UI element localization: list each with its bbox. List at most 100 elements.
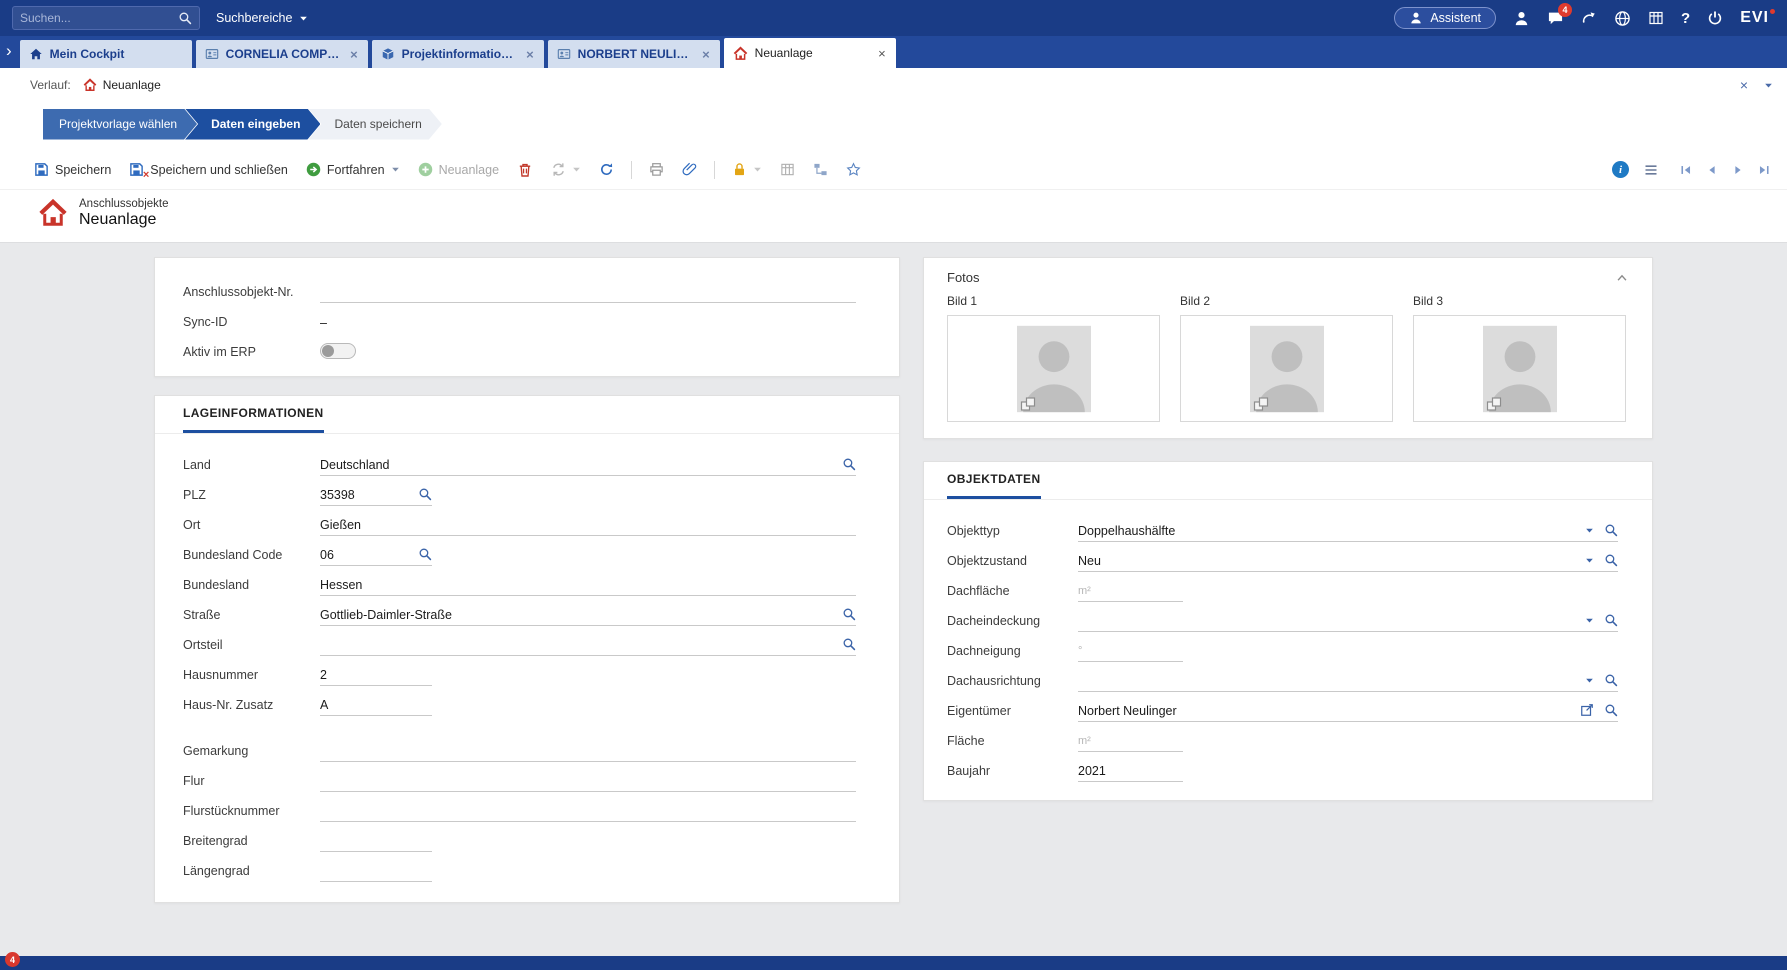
field-ort[interactable]: Gießen — [320, 512, 856, 536]
search-icon[interactable] — [178, 11, 192, 25]
history-item-neuanlage[interactable]: Neuanlage — [83, 78, 161, 92]
search-icon[interactable] — [1604, 553, 1618, 567]
tab-close-icon[interactable]: × — [701, 47, 711, 62]
field-flurstuecknummer[interactable] — [320, 798, 856, 822]
tab-close-icon[interactable]: × — [877, 46, 887, 61]
close-panel-icon[interactable]: × — [1740, 77, 1748, 93]
tab-close-icon[interactable]: × — [525, 47, 535, 62]
search-scopes-dropdown[interactable]: Suchbereiche — [210, 6, 314, 30]
tab-close-icon[interactable]: × — [349, 47, 359, 62]
step-daten-eingeben[interactable]: Daten eingeben — [185, 109, 320, 140]
previous-record-icon[interactable] — [1705, 163, 1719, 177]
attachments-button[interactable] — [674, 157, 705, 182]
photo-upload-bild-3[interactable] — [1413, 315, 1626, 422]
tab-mein-cockpit[interactable]: Mein Cockpit — [20, 40, 192, 68]
delete-button[interactable] — [509, 157, 541, 183]
tab-lageinformationen[interactable]: LAGEINFORMATIONEN — [183, 396, 324, 433]
field-eigentuemer[interactable]: Norbert Neulinger — [1078, 698, 1618, 722]
menu-icon[interactable] — [1643, 162, 1659, 178]
dropdown-icon[interactable] — [1585, 676, 1594, 685]
last-record-icon[interactable] — [1757, 163, 1771, 177]
lock-button[interactable] — [724, 157, 770, 182]
search-icon[interactable] — [842, 607, 856, 621]
dropdown-icon[interactable] — [1585, 556, 1594, 565]
tab-objektdaten[interactable]: OBJEKTDATEN — [947, 462, 1041, 499]
assistant-button[interactable]: Assistent — [1394, 7, 1496, 29]
step-daten-speichern[interactable]: Daten speichern — [308, 109, 441, 140]
field-anschlussobjekt-nr[interactable] — [320, 279, 856, 303]
field-flaeche[interactable]: m² — [1078, 728, 1183, 752]
field-dacheindeckung[interactable] — [1078, 608, 1618, 632]
continue-button[interactable]: Fortfahren — [298, 157, 408, 182]
change-image-icon[interactable] — [1253, 396, 1269, 412]
workflow-button[interactable] — [805, 157, 836, 182]
search-scopes-label: Suchbereiche — [216, 11, 292, 25]
field-gemarkung[interactable] — [320, 738, 856, 762]
page-title: Neuanlage — [79, 211, 169, 229]
next-record-icon[interactable] — [1731, 163, 1745, 177]
first-record-icon[interactable] — [1679, 163, 1693, 177]
info-icon[interactable]: i — [1612, 161, 1629, 178]
field-dachausrichtung[interactable] — [1078, 668, 1618, 692]
user-icon[interactable] — [1513, 10, 1530, 27]
photo-upload-bild-2[interactable] — [1180, 315, 1393, 422]
field-strasse[interactable]: Gottlieb-Daimler-Straße — [320, 602, 856, 626]
tab-neuanlage[interactable]: Neuanlage × — [724, 38, 896, 68]
search-icon[interactable] — [1604, 613, 1618, 627]
dropdown-icon[interactable] — [1585, 526, 1594, 535]
field-baujahr[interactable]: 2021 — [1078, 758, 1183, 782]
nav-expand-chevron[interactable]: › — [4, 41, 20, 63]
change-image-icon[interactable] — [1486, 396, 1502, 412]
search-icon[interactable] — [418, 487, 432, 501]
tab-norbert[interactable]: NORBERT NEULINGE... × — [548, 40, 720, 68]
search-icon[interactable] — [1604, 673, 1618, 687]
search-icon[interactable] — [1604, 703, 1618, 717]
field-land[interactable]: Deutschland — [320, 452, 856, 476]
field-laengengrad[interactable] — [320, 858, 432, 882]
lageinformationen-card: LAGEINFORMATIONEN Land Deutschland PLZ — [154, 395, 900, 903]
field-dachneigung[interactable]: ° — [1078, 638, 1183, 662]
toggle-aktiv-im-erp[interactable] — [320, 343, 356, 359]
refresh-button[interactable] — [591, 157, 622, 182]
field-breitengrad[interactable] — [320, 828, 432, 852]
step-projektvorlage-waehlen[interactable]: Projektvorlage wählen — [43, 109, 197, 140]
error-count-badge[interactable]: 4 — [5, 952, 20, 967]
chevron-down-icon[interactable] — [1764, 81, 1773, 90]
table-icon — [780, 162, 795, 177]
field-hausnummer[interactable]: 2 — [320, 662, 432, 686]
collapse-icon[interactable] — [1615, 271, 1629, 285]
tab-cornelia[interactable]: CORNELIA COMPLE... × — [196, 40, 368, 68]
status-bar — [0, 956, 1787, 970]
chevron-down-icon[interactable] — [753, 165, 762, 174]
search-icon[interactable] — [842, 637, 856, 651]
chevron-down-icon[interactable] — [391, 165, 400, 174]
field-objektzustand[interactable]: Neu — [1078, 548, 1618, 572]
power-icon[interactable] — [1707, 10, 1723, 26]
tab-projektinformationen[interactable]: Projektinformatione... × — [372, 40, 544, 68]
messages-icon[interactable]: 4 — [1547, 10, 1564, 27]
field-objekttyp[interactable]: Doppelhaushälfte — [1078, 518, 1618, 542]
redo-icon[interactable] — [1581, 10, 1597, 26]
search-icon[interactable] — [842, 457, 856, 471]
save-button[interactable]: Speichern — [26, 157, 119, 182]
apps-grid-icon[interactable] — [1648, 10, 1664, 26]
field-flur[interactable] — [320, 768, 856, 792]
field-haus-nr-zusatz[interactable]: A — [320, 692, 432, 716]
save-and-close-button[interactable]: × Speichern und schließen — [121, 157, 296, 182]
search-icon[interactable] — [1604, 523, 1618, 537]
field-plz[interactable]: 35398 — [320, 482, 432, 506]
continue-icon — [306, 162, 321, 177]
help-icon[interactable]: ? — [1681, 10, 1690, 27]
field-bundesland-code[interactable]: 06 — [320, 542, 432, 566]
change-image-icon[interactable] — [1020, 396, 1036, 412]
favorite-button[interactable] — [838, 157, 869, 182]
field-ortsteil[interactable] — [320, 632, 856, 656]
search-input[interactable] — [20, 11, 172, 25]
globe-icon[interactable] — [1614, 10, 1631, 27]
open-record-icon[interactable] — [1580, 703, 1594, 717]
photo-upload-bild-1[interactable] — [947, 315, 1160, 422]
dropdown-icon[interactable] — [1585, 616, 1594, 625]
field-dachflaeche[interactable]: m² — [1078, 578, 1183, 602]
field-bundesland[interactable]: Hessen — [320, 572, 856, 596]
search-icon[interactable] — [418, 547, 432, 561]
